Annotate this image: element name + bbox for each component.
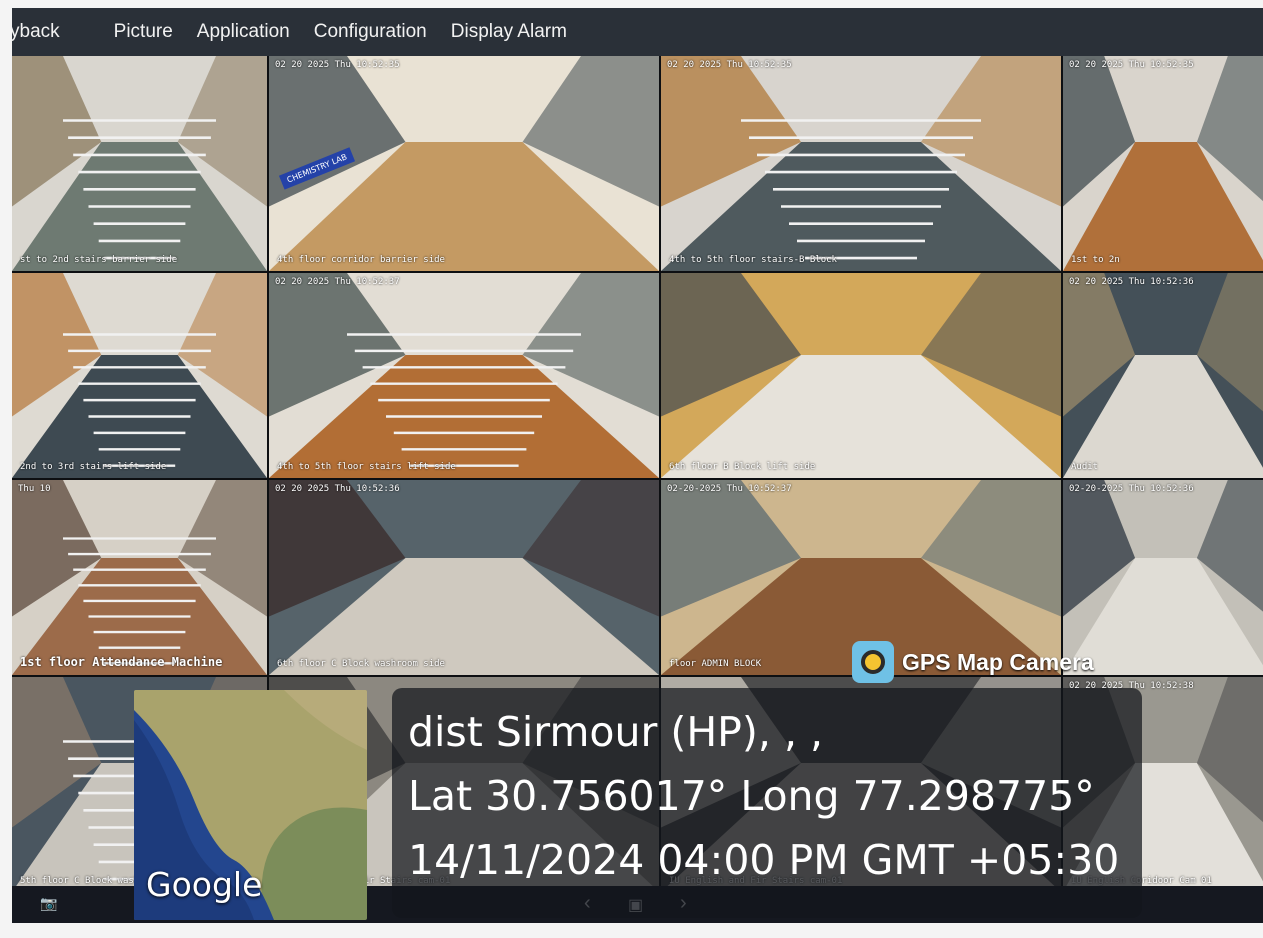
- camera-tile[interactable]: 02 20 2025 Thu 10:52:37 4th to 5th floor …: [269, 273, 659, 478]
- menu-application[interactable]: Application: [185, 21, 302, 43]
- camera-feed-image: [1063, 56, 1263, 271]
- camera-timestamp: 02 20 2025 Thu 10:52:35: [275, 60, 400, 70]
- camera-name: st to 2nd stairs barrier side: [20, 255, 178, 265]
- camera-name: 2nd to 3rd stairs lift side: [20, 462, 167, 472]
- gps-brand: GPS Map Camera: [852, 638, 1142, 686]
- camera-name: 6th floor B Block lift side: [669, 462, 816, 472]
- camera-name: 4th floor corridor barrier side: [277, 255, 445, 265]
- menu-display-alarm[interactable]: Display Alarm: [439, 21, 579, 43]
- camera-tile[interactable]: st to 2nd stairs barrier side: [12, 56, 267, 271]
- camera-feed-image: [12, 56, 267, 271]
- camera-name: 4th to 5th floor stairs lift side: [277, 462, 456, 472]
- camera-tile[interactable]: 02 20 2025 Thu 10:52:35 4th to 5th floor …: [661, 56, 1061, 271]
- camera-timestamp: 02 20 2025 Thu 10:52:36: [1069, 277, 1194, 287]
- camera-name: floor ADMIN BLOCK: [669, 659, 762, 669]
- menu-configuration[interactable]: Configuration: [302, 21, 439, 43]
- camera-tile[interactable]: 2nd to 3rd stairs lift side: [12, 273, 267, 478]
- map-attribution: Google: [146, 865, 263, 904]
- gps-info-card: dist Sirmour (HP), , , Lat 30.756017° Lo…: [392, 688, 1142, 918]
- camera-tile[interactable]: Thu 10 1st floor Attendance Machine: [12, 480, 267, 675]
- camera-name: 1st floor Attendance Machine: [20, 655, 223, 669]
- camera-tile[interactable]: 02 20 2025 Thu 10:52:36 Audit: [1063, 273, 1263, 478]
- camera-name: Audit: [1071, 462, 1099, 472]
- camera-timestamp: 02 20 2025 Thu 10:52:36: [275, 484, 400, 494]
- camera-timestamp: Thu 10: [18, 484, 51, 494]
- camera-name: 6th floor C Block washroom side: [277, 659, 445, 669]
- camera-timestamp: 02 20 2025 Thu 10:52:37: [275, 277, 400, 287]
- coordinates-text: Lat 30.756017° Long 77.298775°: [408, 772, 1095, 820]
- camera-timestamp: 02-20-2025 Thu 10:52:37: [667, 484, 792, 494]
- camera-feed-image: [661, 273, 1061, 478]
- camera-feed-image: [269, 480, 659, 675]
- camera-tile[interactable]: 6th floor B Block lift side: [661, 273, 1061, 478]
- menu-playback[interactable]: yback: [12, 21, 102, 43]
- camera-icon[interactable]: 📷: [40, 896, 58, 910]
- camera-timestamp: 02 20 2025 Thu 10:52:35: [667, 60, 792, 70]
- gps-camera-logo-icon: [852, 641, 894, 683]
- datetime-text: 14/11/2024 04:00 PM GMT +05:30: [408, 836, 1120, 884]
- camera-tile[interactable]: 02 20 2025 Thu 10:52:35 1st to 2n: [1063, 56, 1263, 271]
- menu-picture[interactable]: Picture: [102, 21, 185, 43]
- camera-timestamp: 02-20-2025 Thu 10:52:36: [1069, 484, 1194, 494]
- camera-tile[interactable]: 02 20 2025 Thu 10:52:35 4th floor corrido…: [269, 56, 659, 271]
- camera-feed-image: [269, 273, 659, 478]
- camera-feed-image: [12, 273, 267, 478]
- camera-name: 1st to 2n: [1071, 255, 1120, 265]
- menu-bar: yback Picture Application Configuration …: [12, 8, 1263, 56]
- camera-feed-image: [12, 480, 267, 675]
- map-thumbnail: Google: [134, 690, 367, 920]
- camera-tile[interactable]: 02 20 2025 Thu 10:52:36 6th floor C Block…: [269, 480, 659, 675]
- location-text: dist Sirmour (HP), , ,: [408, 708, 824, 756]
- gps-brand-label: GPS Map Camera: [902, 648, 1094, 675]
- camera-feed-image: [1063, 273, 1263, 478]
- camera-name: 4th to 5th floor stairs-B Block: [669, 255, 837, 265]
- camera-timestamp: 02 20 2025 Thu 10:52:35: [1069, 60, 1194, 70]
- camera-feed-image: [661, 56, 1061, 271]
